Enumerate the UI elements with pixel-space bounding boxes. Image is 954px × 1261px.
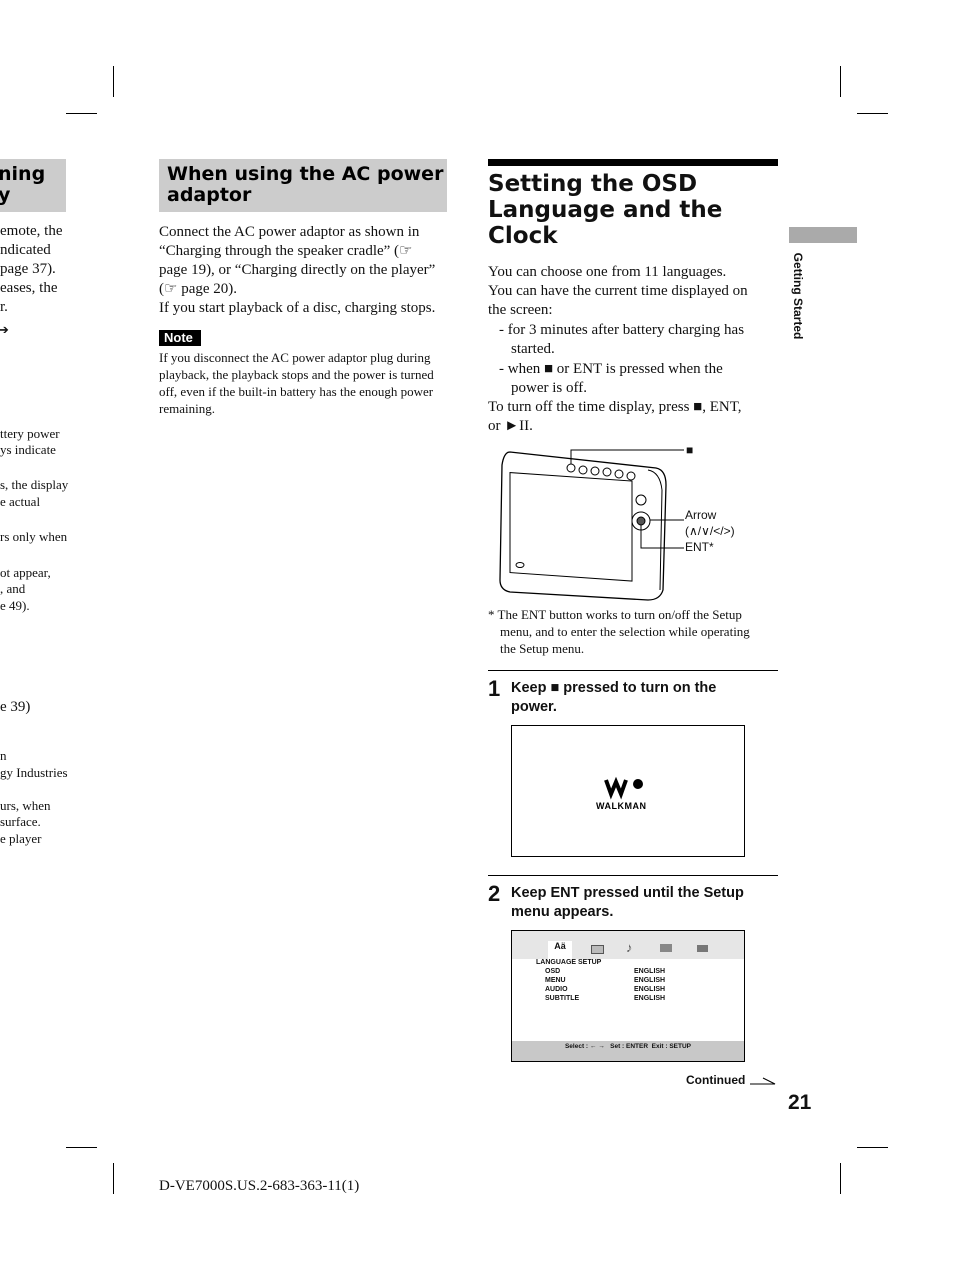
text-line: If you start playback of a disc, chargin… [159,300,436,316]
ent-label: ENT* [685,540,714,554]
side-tab-bar [789,227,857,243]
menu-item-audio[interactable]: AUDIO [545,985,579,994]
menu-item-osd[interactable]: OSD [545,967,579,976]
bullet: - when ■ or ENT is pressed when the power… [499,361,723,396]
text-line: page 19), or “Charging directly on the p… [159,262,436,278]
step-number: 2 [488,881,501,906]
text-line: s, the display [0,477,69,492]
menu-labels: OSD MENU AUDIO SUBTITLE [545,967,579,1003]
setup-menu-screen: Aä ♪ LANGUAGE SETUP OSD MENU AUDIO SUBTI… [511,930,745,1062]
text-line: e 49). [0,598,30,613]
crop-mark [113,1163,114,1194]
text-line: You can have the current time displayed … [488,283,748,299]
crop-mark [66,1147,97,1148]
parental-lock-icon[interactable] [660,944,672,952]
text-line: ndicated [0,242,51,258]
note-text: If you disconnect the AC power adaptor p… [159,349,459,417]
crop-mark [857,113,888,114]
text-line: ys indicate [0,442,56,457]
step-number: 1 [488,676,501,701]
power-on-screen: WALKMAN [511,725,745,857]
continued-label: Continued [686,1073,777,1087]
text-line: off, even if the built-in battery has th… [159,384,434,399]
manual-page: ning y emote, the ndicated page 37). eas… [0,0,954,1261]
svg-text:WALKMAN: WALKMAN [596,801,647,811]
text-line: ot appear, [0,565,51,580]
text-line: page 37). [0,261,56,277]
title-line: Clock [488,223,558,249]
footnote: * The ENT button works to turn on/off th… [488,607,750,656]
walkman-logo: WALKMAN [596,776,647,811]
text-line: Connect the AC power adaptor as shown in [159,224,420,240]
text-line: If you disconnect the AC power adaptor p… [159,350,431,365]
continued-arrow-icon [749,1077,775,1085]
language-icon[interactable]: Aä [548,941,572,959]
text-line: playback, the playback stops and the pow… [159,367,434,382]
text-line: r. [0,299,8,315]
screen-icon[interactable] [591,945,604,954]
crop-mark [840,1163,841,1194]
section-bar [488,159,778,166]
ac-adaptor-heading: When using the AC power adaptor [159,159,447,212]
title-line: Setting the OSD [488,171,698,197]
document-code: D-VE7000S.US.2-683-363-11(1) [159,1178,360,1194]
menu-item-menu[interactable]: MENU [545,976,579,985]
text-line: or ►II. [488,418,533,434]
text-line: surface. [0,814,41,829]
page-title: Setting the OSD Language and the Clock [488,171,722,249]
text-line: e 39) [0,699,31,715]
crop-mark [857,1147,888,1148]
text-line: , and [0,581,26,596]
osd-intro: You can choose one from 11 languages. Yo… [488,263,778,436]
text-line: urs, when [0,798,51,813]
menu-footer: Select : ← → Set : ENTER Exit : SETUP [512,1041,744,1061]
crop-mark [840,66,841,97]
text-line: the screen: [488,302,553,318]
menu-item-subtitle[interactable]: SUBTITLE [545,994,579,1003]
text-line: (☞ page 20). [159,281,238,297]
arrow-icon: ➔ [0,322,9,337]
text-line: remaining. [159,401,215,416]
section-tab-label: Getting Started [791,252,805,340]
bullet: - for 3 minutes after battery charging h… [499,322,745,357]
menu-title: LANGUAGE SETUP [536,959,602,966]
step-text: Keep ■ pressed to turn on the power. [511,680,717,715]
text-line: e actual [0,494,41,509]
arrow-label: Arrow (∧/∨/</>) ENT* [685,508,735,554]
text-line: To turn off the time display, press ■, E… [488,399,742,415]
text-line: gy Industries [0,765,68,780]
left-section-heading: ning y [0,159,66,212]
text-line: eases, the [0,280,58,296]
text-line: You can choose one from 11 languages. [488,264,727,280]
step-text: Keep ENT pressed until the Setup menu app… [511,885,744,920]
stop-label: ■ [686,443,694,457]
text-line: n [0,748,7,763]
text-line: emote, the [0,223,63,239]
menu-values: ENGLISH ENGLISH ENGLISH ENGLISH [634,968,666,1002]
page-number: 21 [788,1091,812,1114]
music-note-icon[interactable]: ♪ [626,940,633,956]
crop-mark [66,113,97,114]
text-line: ttery power [0,426,60,441]
text-line: e player [0,831,42,846]
note-label: Note [159,330,201,346]
toolbox-icon[interactable] [697,945,708,952]
crop-mark [113,66,114,97]
title-line: Language and the [488,197,723,223]
text-line: rs only when [0,529,68,544]
ac-adaptor-body: Connect the AC power adaptor as shown in… [159,223,459,318]
divider [488,670,778,671]
divider [488,875,778,876]
text-line: “Charging through the speaker cradle” (☞ [159,243,413,259]
